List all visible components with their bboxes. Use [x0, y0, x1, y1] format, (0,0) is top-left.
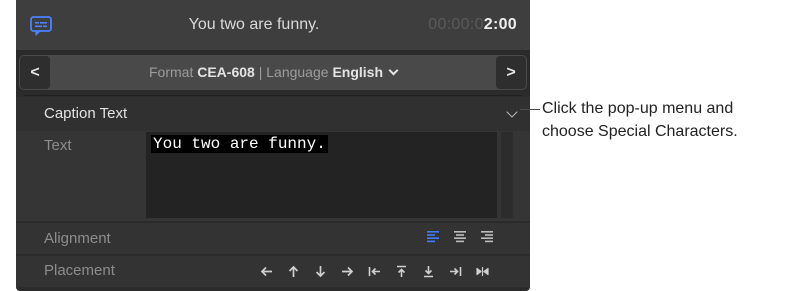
text-row: Text You two are funny.	[16, 131, 530, 221]
caption-text-section-header[interactable]: Caption Text	[16, 97, 530, 131]
inspector-header: You two are funny. 00:00:02:00	[16, 0, 530, 50]
text-field-scrollbar[interactable]	[501, 132, 513, 218]
align-center-icon[interactable]	[453, 230, 467, 244]
callout-line-2: choose Special Characters.	[542, 123, 738, 140]
text-label: Text	[44, 137, 72, 154]
arrow-right-icon[interactable]	[341, 265, 354, 278]
divider	[24, 95, 522, 96]
placement-label: Placement	[44, 262, 115, 279]
alignment-label: Alignment	[44, 230, 111, 247]
timecode-bright: 2:00	[483, 16, 517, 33]
move-to-bottom-icon[interactable]	[422, 265, 435, 278]
timecode-display: 00:00:02:00	[428, 0, 517, 50]
format-prefix: Format	[149, 64, 194, 80]
arrow-up-icon[interactable]	[287, 265, 300, 278]
next-caption-button[interactable]: >	[496, 56, 526, 89]
arrow-left-icon[interactable]	[260, 265, 273, 278]
move-to-left-edge-icon[interactable]	[368, 265, 381, 278]
move-to-top-icon[interactable]	[395, 265, 408, 278]
format-separator: |	[258, 64, 263, 80]
caption-inspector: You two are funny. 00:00:02:00 < Format …	[16, 0, 530, 291]
alignment-row: Alignment	[16, 223, 530, 254]
language-value: English	[332, 64, 383, 80]
caption-text-field[interactable]: You two are funny.	[146, 132, 497, 218]
section-title: Caption Text	[44, 105, 128, 122]
previous-caption-button[interactable]: <	[20, 56, 50, 89]
arrow-down-icon[interactable]	[314, 265, 327, 278]
caption-text-value[interactable]: You two are funny.	[151, 135, 328, 153]
callout-annotation: Click the pop-up menu and choose Special…	[542, 97, 804, 143]
callout-line-1: Click the pop-up menu and	[542, 100, 734, 117]
chevron-down-icon[interactable]	[506, 106, 518, 118]
center-horizontal-icon[interactable]	[476, 265, 489, 278]
language-prefix: Language	[266, 64, 329, 80]
align-left-icon[interactable]	[426, 230, 440, 244]
chevron-down-icon	[388, 65, 399, 76]
timecode-dim: 00:00:0	[428, 16, 484, 33]
callout-leader-line	[520, 109, 540, 110]
format-language-popup[interactable]: Format CEA-608 | Language English	[51, 55, 495, 90]
align-right-icon[interactable]	[480, 230, 494, 244]
placement-row: Placement	[16, 256, 530, 287]
format-value: CEA-608	[197, 64, 255, 80]
format-language-selector: < Format CEA-608 | Language English >	[19, 55, 527, 90]
move-to-right-edge-icon[interactable]	[449, 265, 462, 278]
